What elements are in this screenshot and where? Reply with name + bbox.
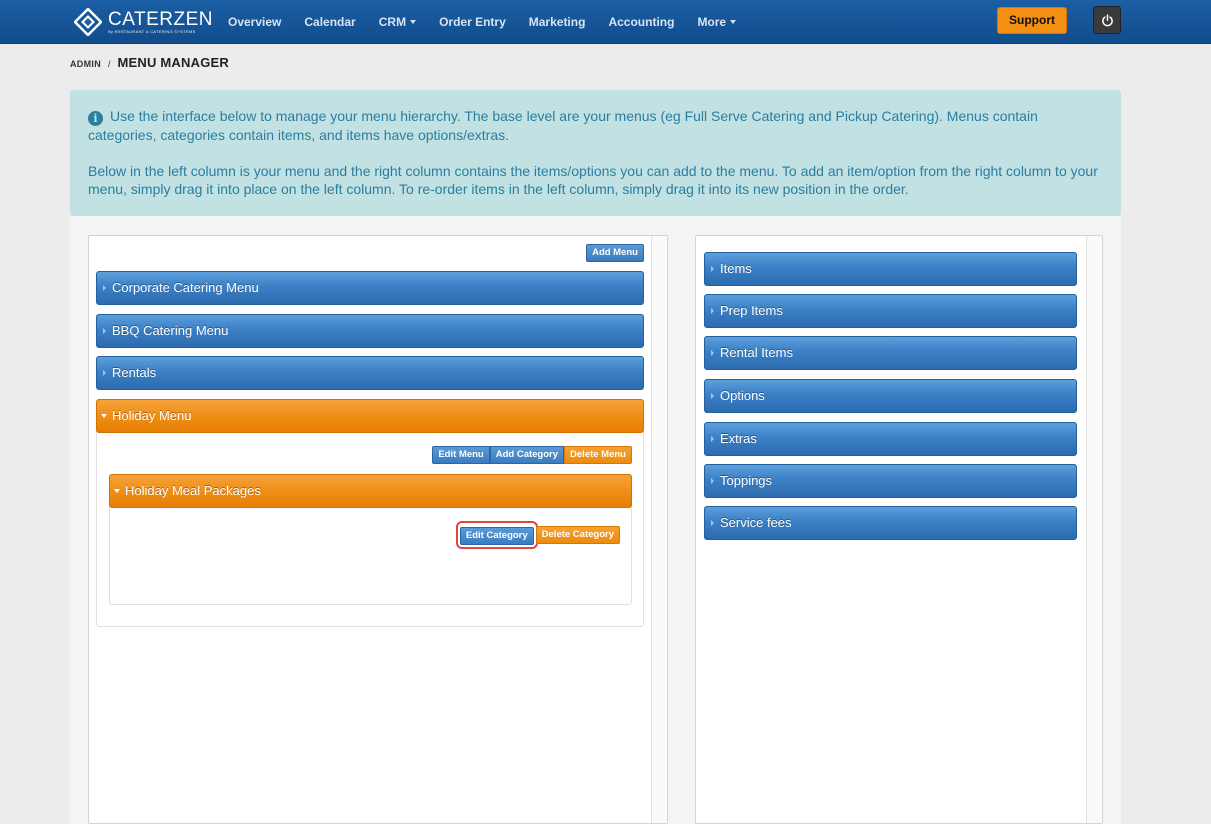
- expand-arrow-icon: [711, 393, 714, 399]
- expand-arrow-icon: [711, 308, 714, 314]
- delete-category-button[interactable]: Delete Category: [535, 526, 620, 544]
- menu-label: BBQ Catering Menu: [112, 323, 229, 338]
- group-label: Prep Items: [720, 303, 783, 318]
- page-title: MENU MANAGER: [117, 55, 229, 70]
- top-navbar: CATERZEN By RESTAURANT & CATERING SYSTEM…: [0, 0, 1211, 44]
- info-alert: i Use the interface below to manage your …: [70, 90, 1121, 216]
- support-button[interactable]: Support: [997, 7, 1067, 34]
- menu-bbq-catering[interactable]: BBQ Catering Menu: [96, 314, 644, 348]
- category-header[interactable]: Holiday Meal Packages: [109, 474, 632, 508]
- collapse-arrow-icon: [101, 414, 107, 418]
- category-actions: Edit Category Delete Category: [455, 521, 620, 549]
- caret-down-icon: [410, 20, 417, 24]
- info-icon: i: [88, 111, 103, 126]
- menu-tree-panel: Add Menu Corporate Catering Menu BBQ Cat…: [88, 235, 668, 824]
- expand-arrow-icon: [103, 370, 106, 376]
- expand-arrow-icon: [711, 436, 714, 442]
- edit-menu-button[interactable]: Edit Menu: [432, 446, 490, 464]
- group-label: Items: [720, 261, 752, 276]
- nav-crm[interactable]: CRM: [379, 15, 417, 29]
- delete-menu-button[interactable]: Delete Menu: [564, 446, 632, 464]
- group-extras[interactable]: Extras: [704, 422, 1077, 456]
- nav-overview[interactable]: Overview: [228, 15, 281, 29]
- logo-mark-icon: [73, 7, 103, 37]
- expand-arrow-icon: [711, 478, 714, 484]
- group-options[interactable]: Options: [704, 379, 1077, 413]
- nav-order-entry[interactable]: Order Entry: [439, 15, 506, 29]
- items-library-panel: Items Prep Items Rental Items Options Ex…: [695, 235, 1103, 824]
- group-items[interactable]: Items: [704, 252, 1077, 286]
- breadcrumb-admin[interactable]: ADMIN: [70, 59, 101, 69]
- scrollbar[interactable]: [1086, 236, 1102, 823]
- scrollbar[interactable]: [651, 236, 667, 823]
- power-icon: [1102, 14, 1113, 27]
- nav-more[interactable]: More: [697, 15, 737, 29]
- nav-marketing[interactable]: Marketing: [529, 15, 586, 29]
- add-menu-button[interactable]: Add Menu: [586, 244, 644, 262]
- add-category-button[interactable]: Add Category: [489, 446, 565, 464]
- menu-label: Corporate Catering Menu: [112, 280, 259, 295]
- menu-rentals[interactable]: Rentals: [96, 356, 644, 390]
- breadcrumb-separator: /: [108, 59, 111, 69]
- caret-down-icon: [730, 20, 737, 24]
- category-label: Holiday Meal Packages: [125, 483, 261, 498]
- group-label: Toppings: [720, 473, 773, 488]
- menu-actions: Edit Menu Add Category Delete Menu: [432, 446, 632, 464]
- brand-name: CATERZEN: [108, 9, 213, 30]
- expand-arrow-icon: [711, 350, 714, 356]
- menu-label: Rentals: [112, 365, 157, 380]
- expand-arrow-icon: [103, 328, 106, 334]
- group-label: Rental Items: [720, 345, 793, 360]
- edit-category-button[interactable]: Edit Category: [459, 527, 534, 545]
- menu-manager-content: Add Menu Corporate Catering Menu BBQ Cat…: [70, 216, 1121, 824]
- expand-arrow-icon: [711, 266, 714, 272]
- group-service-fees[interactable]: Service fees: [704, 506, 1077, 540]
- group-label: Extras: [720, 431, 757, 446]
- menu-corporate-catering[interactable]: Corporate Catering Menu: [96, 271, 644, 305]
- highlight-ring: Edit Category: [455, 521, 538, 549]
- menu-holiday-header[interactable]: Holiday Menu: [96, 399, 644, 433]
- logout-button[interactable]: [1093, 6, 1121, 34]
- caterzen-logo[interactable]: CATERZEN By RESTAURANT & CATERING SYSTEM…: [73, 7, 213, 37]
- group-label: Service fees: [720, 515, 792, 530]
- group-label: Options: [720, 388, 765, 403]
- main-nav: Overview Calendar CRM Order Entry Market…: [228, 0, 759, 44]
- menu-holiday-expanded: Holiday Menu Edit Menu Add Category Dele…: [96, 399, 644, 627]
- group-rental-items[interactable]: Rental Items: [704, 336, 1077, 370]
- category-holiday-meal-packages: Holiday Meal Packages Edit Category Dele…: [109, 474, 632, 605]
- nav-accounting[interactable]: Accounting: [608, 15, 674, 29]
- brand-subtitle: By RESTAURANT & CATERING SYSTEMS: [108, 29, 196, 34]
- alert-paragraph-2: Below in the left column is your menu an…: [88, 163, 1098, 197]
- group-prep-items[interactable]: Prep Items: [704, 294, 1077, 328]
- alert-paragraph-1: Use the interface below to manage your m…: [88, 108, 1038, 143]
- group-toppings[interactable]: Toppings: [704, 464, 1077, 498]
- nav-calendar[interactable]: Calendar: [304, 15, 355, 29]
- collapse-arrow-icon: [114, 489, 120, 493]
- expand-arrow-icon: [711, 520, 714, 526]
- breadcrumb: ADMIN / MENU MANAGER: [70, 55, 229, 70]
- expand-arrow-icon: [103, 285, 106, 291]
- menu-label: Holiday Menu: [112, 408, 192, 423]
